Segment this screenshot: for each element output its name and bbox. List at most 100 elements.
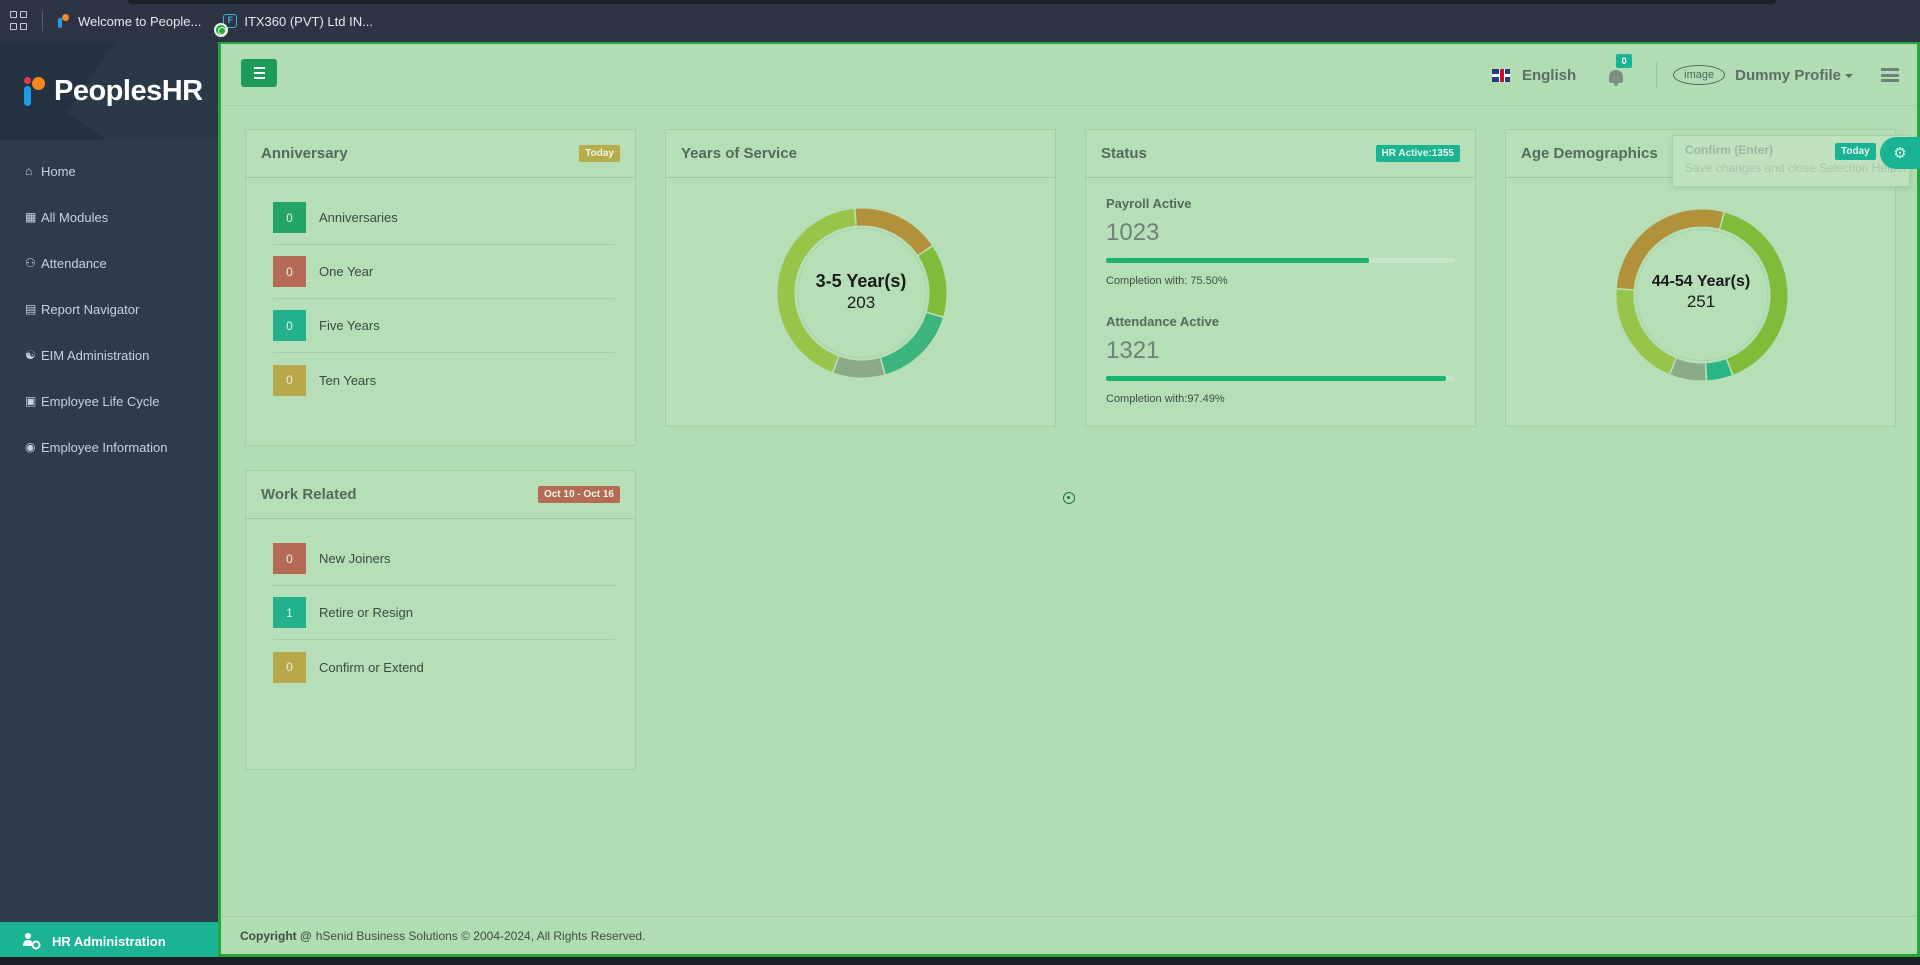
attendance-active-label: Attendance Active — [1106, 314, 1219, 329]
card-header: Years of Service — [666, 130, 1055, 178]
list-item-label: Retire or Resign — [319, 605, 413, 620]
language-selector[interactable]: English — [1522, 67, 1576, 84]
donut-center-label: 3-5 Year(s) 203 — [761, 271, 961, 313]
sidebar-item-label: All Modules — [41, 209, 109, 225]
sidebar-item-label: Home — [41, 163, 76, 179]
peopleshr-logo-icon — [22, 74, 48, 108]
donut-segment[interactable] — [880, 312, 943, 375]
logo-text: PeoplesHR — [54, 74, 203, 107]
apps-grid-icon[interactable] — [10, 11, 30, 31]
count-box: 0 — [273, 543, 306, 574]
attendance-active-value: 1321 — [1106, 337, 1160, 364]
bookmark-peopleshr[interactable]: Welcome to People... — [57, 14, 201, 29]
sidebar-item-employee-life-cycle[interactable]: ▣ Employee Life Cycle — [0, 378, 218, 424]
peopleshr-favicon-icon — [57, 14, 71, 28]
bookmarks-bar: Welcome to People... F ITX360 (PVT) Ltd … — [0, 0, 1920, 42]
list-item[interactable]: 0 Confirm or Extend — [273, 640, 615, 694]
status-card: Status HR Active:1355 Payroll Active 102… — [1085, 129, 1476, 427]
bookmark-itx360[interactable]: F ITX360 (PVT) Ltd IN... — [223, 14, 373, 29]
sidebar-item-hr-administration[interactable]: HR Administration — [0, 922, 218, 960]
sidebar-item-attendance[interactable]: ⚇ Attendance — [0, 240, 218, 286]
card-header: Anniversary Today — [246, 130, 635, 178]
report-icon: ▤ — [25, 302, 37, 316]
years-of-service-chart: 3-5 Year(s) 203 — [666, 178, 1055, 423]
donut-center-value: 251 — [1686, 292, 1716, 311]
list-item-label: Anniversaries — [319, 210, 398, 225]
top-navbar: English 0 image Dummy Profile — [221, 44, 1917, 106]
sidebar-item-label: EIM Administration — [41, 347, 150, 363]
list-item[interactable]: 1 Retire or Resign — [273, 586, 615, 640]
card-title: Work Related — [261, 486, 357, 503]
briefcase-icon: ▣ — [25, 394, 37, 408]
sidebar-item-label: Attendance — [41, 255, 107, 271]
card-title: Status — [1101, 145, 1147, 162]
sidebar-item-all-modules[interactable]: ▦ All Modules — [0, 194, 218, 240]
sidebar-item-label: Employee Information — [41, 439, 168, 455]
right-panel-toggle-icon[interactable] — [1881, 68, 1899, 82]
list-item-label: One Year — [319, 264, 374, 279]
attendance-progress-fill — [1106, 376, 1447, 381]
list-item[interactable]: 0 Five Years — [273, 299, 615, 353]
logo[interactable]: PeoplesHR — [0, 42, 218, 140]
card-title: Anniversary — [261, 145, 348, 162]
copyright-label: Copyright @ — [240, 928, 312, 943]
tooltip-subtitle: Save changes and close Selection Helper — [1685, 161, 1908, 175]
donut-center-value: 203 — [846, 293, 876, 312]
bookmark-label: Welcome to People... — [78, 13, 202, 29]
attendance-completion-text: Completion with:97.49% — [1106, 393, 1225, 405]
sidebar-item-home[interactable]: ⌂ Home — [0, 148, 218, 194]
sidebar-item-label: Employee Life Cycle — [41, 393, 160, 409]
donut-center-label: 44-54 Year(s) 251 — [1601, 273, 1801, 312]
age-demographics-chart: 44-54 Year(s) 251 — [1506, 178, 1895, 423]
notification-count-badge: 0 — [1616, 54, 1633, 68]
payroll-completion-text: Completion with: 75.50% — [1106, 275, 1228, 287]
work-related-list: 0 New Joiners 1 Retire or Resign 0 Confi… — [246, 519, 635, 694]
users-icon: ☯ — [25, 348, 36, 362]
uk-flag-icon[interactable] — [1491, 68, 1510, 82]
card-title: Age Demographics — [1521, 145, 1658, 162]
list-item[interactable]: 0 New Joiners — [273, 532, 615, 586]
user-circle-icon: ◉ — [25, 440, 36, 454]
today-badge: Today — [1835, 143, 1876, 160]
taskbar-strip — [0, 957, 1920, 965]
list-item[interactable]: 0 Anniversaries — [273, 191, 615, 245]
settings-gear-button[interactable]: ⚙ — [1880, 137, 1920, 169]
card-title: Years of Service — [681, 145, 797, 162]
chevron-down-icon[interactable] — [1845, 74, 1853, 78]
donut-segment[interactable] — [1670, 358, 1706, 381]
profile-dropdown[interactable]: Dummy Profile — [1735, 67, 1841, 84]
donut-center-title: 44-54 Year(s) — [1651, 273, 1751, 290]
payroll-active-value: 1023 — [1106, 219, 1160, 246]
avatar[interactable]: image — [1673, 65, 1726, 85]
sidebar-item-employee-information[interactable]: ◉ Employee Information — [0, 424, 218, 470]
list-item[interactable]: 0 One Year — [273, 245, 615, 299]
date-range-badge: Oct 10 - Oct 16 — [537, 486, 620, 503]
menu-toggle-button[interactable] — [241, 59, 277, 87]
crosshair-cursor-icon — [1063, 492, 1075, 504]
donut-segment[interactable] — [855, 208, 932, 256]
donut-segment[interactable] — [1706, 359, 1732, 381]
anniversary-list: 0 Anniversaries 0 One Year 0 Five Years … — [246, 178, 635, 407]
status-body: Payroll Active 1023 Completion with: 75.… — [1086, 178, 1475, 405]
user-clock-icon: ⚇ — [25, 256, 36, 270]
donut-segment[interactable] — [833, 356, 885, 378]
sidebar-item-report-navigator[interactable]: ▤ Report Navigator — [0, 286, 218, 332]
selection-helper-anchor-icon[interactable] — [214, 23, 228, 37]
sidebar: PeoplesHR ⌂ Home ▦ All Modules ⚇ Attenda… — [0, 42, 218, 960]
card-header: Status HR Active:1355 — [1086, 130, 1475, 178]
anniversary-card: Anniversary Today 0 Anniversaries 0 One … — [245, 129, 636, 446]
sidebar-item-label: Report Navigator — [41, 301, 140, 317]
list-item[interactable]: 0 Ten Years — [273, 353, 615, 407]
years-of-service-card: Years of Service 3-5 Year(s) 203 — [665, 129, 1056, 427]
user-gear-icon — [22, 931, 42, 951]
count-box: 0 — [273, 651, 306, 683]
notification-button[interactable]: 0 — [1606, 54, 1633, 86]
top-right-controls: English 0 image Dummy Profile — [1491, 44, 1899, 106]
grid-icon: ▦ — [25, 210, 37, 224]
payroll-progress-bar — [1106, 258, 1455, 263]
bookmark-label: ITX360 (PVT) Ltd IN... — [244, 13, 373, 29]
bookmarks-divider — [42, 11, 43, 31]
sidebar-item-eim-administration[interactable]: ☯ EIM Administration — [0, 332, 218, 378]
navbar-divider — [1656, 62, 1658, 88]
list-item-label: Five Years — [319, 318, 380, 333]
